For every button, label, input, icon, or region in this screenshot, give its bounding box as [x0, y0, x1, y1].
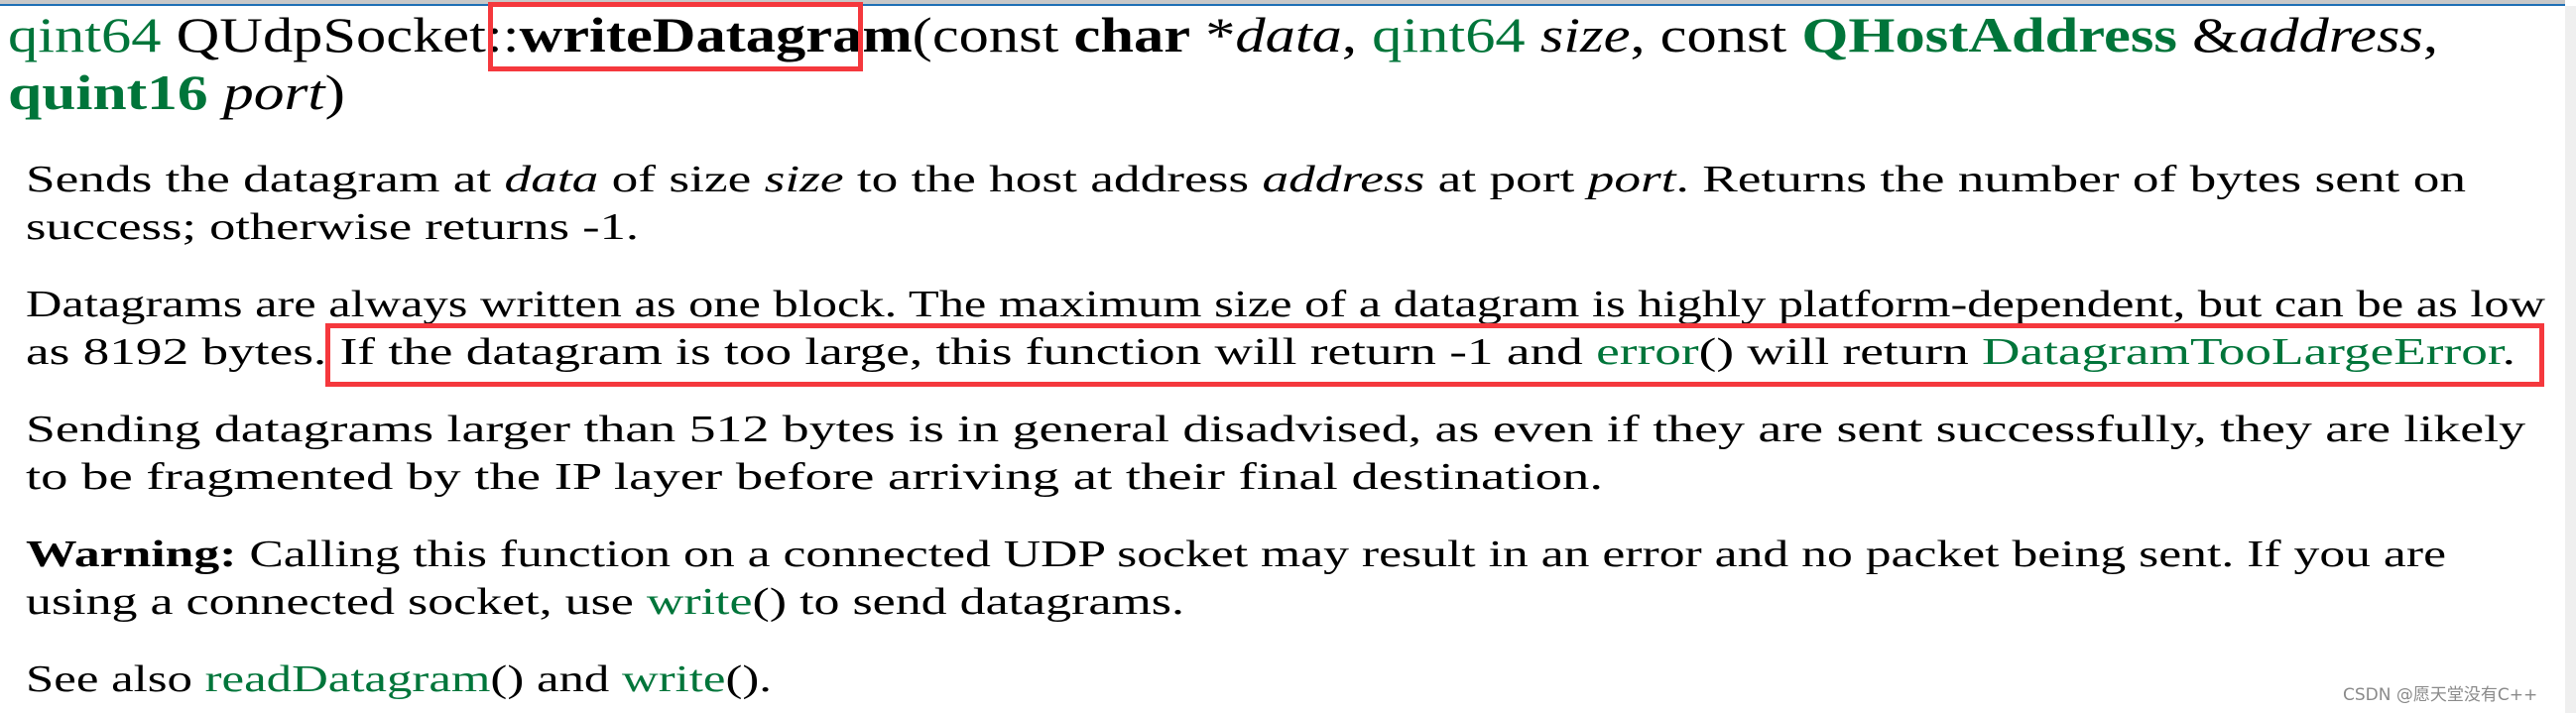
- pointer-symbol: *: [1190, 7, 1236, 62]
- close-paren: ): [324, 64, 345, 120]
- read-datagram-link[interactable]: readDatagram: [205, 658, 491, 700]
- text: at port: [1424, 159, 1588, 200]
- text: . Returns the number of bytes sent on: [1675, 159, 2466, 200]
- param-ref-data: data: [504, 159, 599, 200]
- text: to the host address: [843, 159, 1263, 200]
- param-type-qint64[interactable]: qint64: [1372, 7, 1526, 62]
- header-divider: [0, 4, 2565, 6]
- class-scope: QUdpSocket::: [176, 7, 520, 62]
- function-signature-line-1: qint64 QUdpSocket::writeDatagram(const c…: [8, 10, 2438, 59]
- paragraph-1-line-1: Sends the datagram at data of size size …: [26, 161, 2466, 198]
- write-link[interactable]: write: [622, 658, 725, 700]
- warning-line-2: using a connected socket, use write() to…: [26, 583, 1184, 621]
- paragraph-3-line-1: Sending datagrams larger than 512 bytes …: [26, 409, 2525, 450]
- param-ref-port: port: [1587, 159, 1676, 200]
- text: () to send datagrams.: [752, 581, 1184, 623]
- write-link[interactable]: write: [647, 581, 753, 623]
- text: Calling this function on a connected UDP…: [236, 534, 2447, 575]
- param-port: port: [223, 64, 325, 120]
- see-also-line: See also readDatagram() and write().: [26, 660, 772, 698]
- param-ref-size: size: [764, 159, 844, 200]
- text: (): [490, 658, 525, 700]
- text: ().: [725, 658, 772, 700]
- warning-label: Warning:: [26, 534, 237, 575]
- text: of size: [598, 159, 765, 200]
- text: as 8192 bytes.: [26, 331, 340, 373]
- return-type[interactable]: qint64: [8, 7, 162, 62]
- param-type-qhostaddress[interactable]: QHostAddress: [1801, 7, 2176, 62]
- paragraph-3-line-2: to be fragmented by the IP layer before …: [26, 456, 1603, 498]
- param-size: size: [1539, 7, 1631, 62]
- highlight-box-function-name: [488, 2, 863, 71]
- param-const-keyword: const: [1659, 7, 1802, 62]
- param-type-char: char: [1073, 7, 1191, 62]
- highlight-box-error-sentence: [325, 323, 2544, 387]
- param-address: address: [2239, 7, 2423, 62]
- see-also-label: See also: [26, 658, 205, 700]
- paragraph-2-line-1: Datagrams are always written as one bloc…: [26, 284, 2545, 325]
- separator: ,: [2422, 7, 2438, 62]
- open-paren: (: [912, 7, 932, 62]
- separator: ,: [1630, 7, 1660, 62]
- csdn-watermark: CSDN @愿天堂没有C++: [2343, 685, 2538, 705]
- text: using a connected socket, use: [26, 581, 647, 623]
- vertical-scrollbar[interactable]: [2565, 6, 2576, 713]
- warning-line-1: Warning: Calling this function on a conn…: [26, 535, 2446, 573]
- text: Sends the datagram at: [26, 159, 505, 200]
- param-data: data: [1235, 7, 1342, 62]
- separator: ,: [1341, 7, 1373, 62]
- param-ref-address: address: [1262, 159, 1425, 200]
- param-type-quint16[interactable]: quint16: [8, 64, 208, 120]
- reference-symbol: &: [2176, 7, 2240, 62]
- text: and: [524, 658, 623, 700]
- param-const-keyword: const: [931, 7, 1074, 62]
- paragraph-1-line-2: success; otherwise returns -1.: [26, 206, 639, 248]
- function-signature-line-2: quint16 port): [8, 67, 345, 117]
